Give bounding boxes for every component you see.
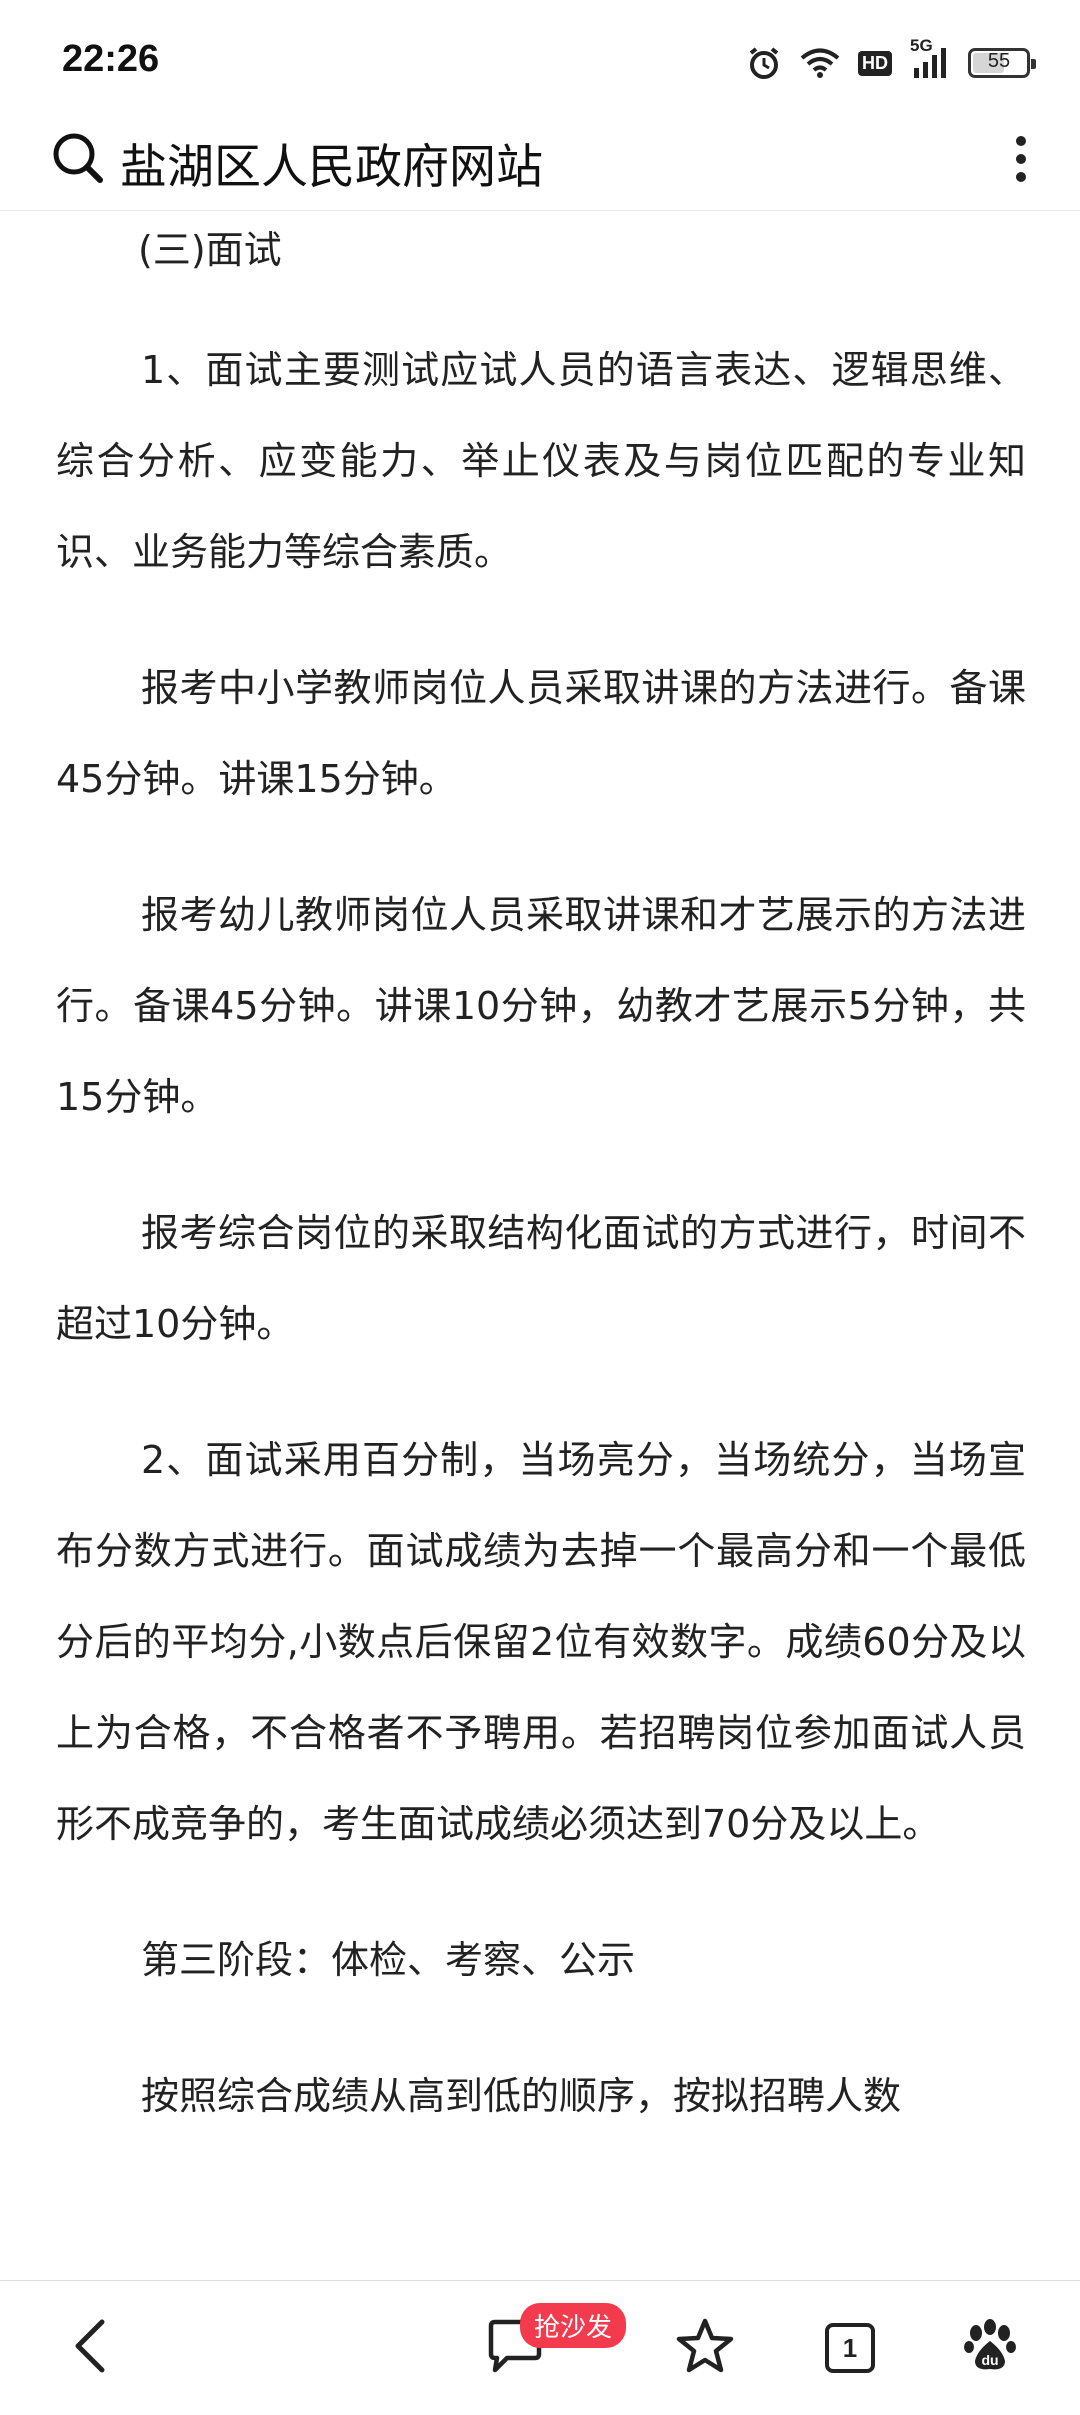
tabs-icon: 1 — [825, 2323, 875, 2373]
paragraph-interview-content: 1、面试主要测试应试人员的语言表达、逻辑思维、综合分析、应变能力、举止仪表及与岗… — [56, 348, 1026, 574]
status-time: 22:26 — [62, 38, 160, 80]
search-bar[interactable]: 盐湖区人民政府网站 — [0, 110, 1080, 211]
star-icon — [675, 2317, 735, 2379]
paragraph-scoring: 2、面试采用百分制，当场亮分，当场统分，当场宣布分数方式进行。面试成绩为去掉一个… — [56, 1438, 1026, 1846]
back-button[interactable] — [50, 2281, 130, 2415]
section-heading-stage3: 第三阶段：体检、考察、公示 — [141, 1938, 636, 1982]
favorite-button[interactable] — [665, 2281, 745, 2415]
alarm-icon — [746, 45, 782, 81]
hd-icon: HD — [858, 50, 892, 76]
comment-button[interactable] — [475, 2281, 555, 2415]
5g-signal-icon: 5G — [910, 36, 950, 80]
battery-level: 55 — [987, 50, 1011, 72]
back-arrow-icon — [70, 2316, 110, 2380]
section-heading-interview: (三)面试 — [138, 228, 282, 272]
tabs-button[interactable]: 1 — [810, 2281, 890, 2415]
site-title[interactable]: 盐湖区人民政府网站 — [120, 128, 543, 197]
paragraph-ranking: 按照综合成绩从高到低的顺序，按拟招聘人数 — [141, 2074, 902, 2118]
svg-text:du: du — [981, 2352, 998, 2368]
status-icons: HD 5G 55 — [746, 36, 1036, 88]
battery-icon: 55 — [968, 48, 1036, 78]
wifi-icon — [800, 47, 840, 79]
paragraph-primary-teacher: 报考中小学教师岗位人员采取讲课的方法进行。备课45分钟。讲课15分钟。 — [56, 666, 1026, 801]
paragraph-kindergarten-teacher: 报考幼儿教师岗位人员采取讲课和才艺展示的方法进行。备课45分钟。讲课10分钟，幼… — [56, 893, 1026, 1119]
network-label: 5G — [910, 36, 933, 55]
paragraph-general-post: 报考综合岗位的采取结构化面试的方式进行，时间不超过10分钟。 — [56, 1211, 1026, 1346]
bottom-nav: 抢沙发 1 du — [0, 2280, 1080, 2415]
comment-badge[interactable]: 抢沙发 — [520, 2303, 627, 2348]
article-content: (三)面试 1、面试主要测试应试人员的语言表达、逻辑思维、综合分析、应变能力、举… — [56, 210, 1026, 2280]
baidu-paw-icon: du — [961, 2317, 1019, 2379]
baidu-button[interactable]: du — [950, 2281, 1030, 2415]
status-bar: 22:26 HD 5G 55 — [0, 0, 1080, 110]
search-icon[interactable] — [50, 130, 106, 190]
more-menu-icon[interactable] — [1000, 124, 1040, 194]
